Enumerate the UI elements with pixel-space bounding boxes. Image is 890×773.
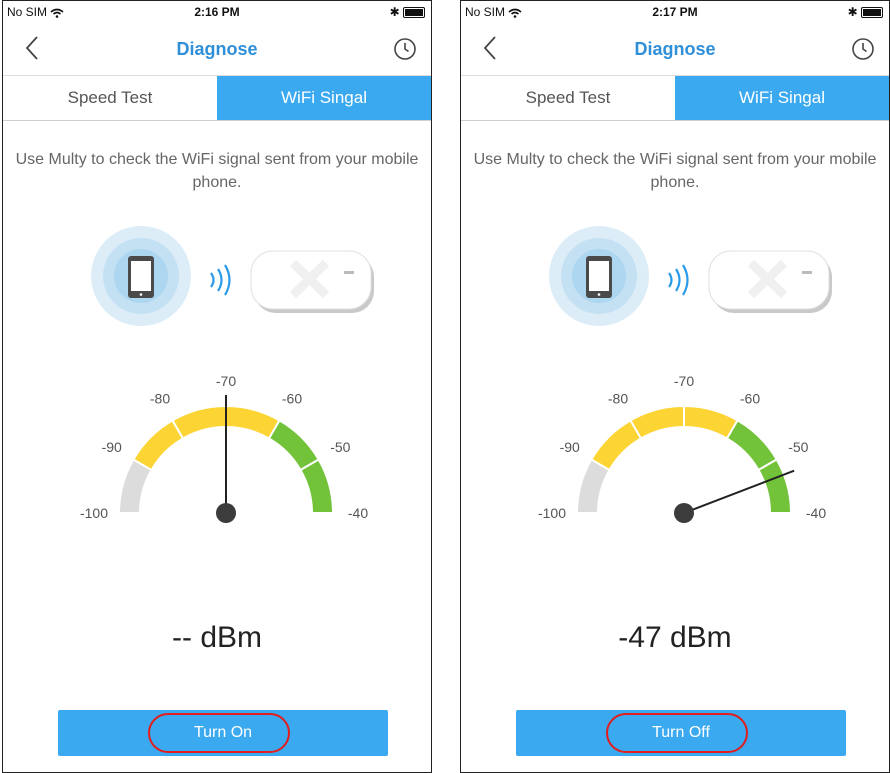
status-bar: No SIM 2:16 PM ✱ bbox=[3, 1, 431, 23]
signal-reading: -- dBm bbox=[172, 621, 262, 654]
mobile-phone-icon bbox=[128, 256, 154, 298]
clock-time: 2:16 PM bbox=[194, 5, 240, 19]
gauge-tick-label: -90 bbox=[560, 439, 580, 455]
gauge-tick-label: -90 bbox=[102, 439, 122, 455]
history-button[interactable] bbox=[393, 37, 417, 66]
tab-wifi-signal[interactable]: WiFi Singal bbox=[217, 76, 431, 120]
router-image bbox=[250, 250, 374, 313]
bluetooth-icon: ✱ bbox=[847, 5, 858, 19]
gauge-segment bbox=[299, 458, 335, 514]
gauge-tick-label: -40 bbox=[806, 505, 826, 521]
gauge-tick-label: -50 bbox=[330, 439, 350, 455]
nav-bar: Diagnose bbox=[461, 23, 889, 76]
gauge-segment bbox=[629, 404, 685, 440]
screen-after: No SIM 2:17 PM ✱ Diagnose Speed Test WiF… bbox=[460, 0, 890, 773]
signal-gauge: -100 -90 -80 -70 -60 -50 -40 bbox=[538, 373, 826, 523]
gauge-segment bbox=[267, 418, 321, 472]
page-title: Diagnose bbox=[176, 39, 258, 59]
gauge-tick-label: -50 bbox=[788, 439, 808, 455]
signal-gauge: -100 -90 -80 -70 -60 -50 -40 bbox=[80, 373, 368, 523]
gauge-segment bbox=[131, 418, 185, 472]
status-bar: No SIM 2:17 PM ✱ bbox=[461, 1, 889, 23]
mobile-phone-icon bbox=[586, 256, 612, 298]
battery-icon bbox=[403, 7, 425, 19]
gauge-tick-label: -60 bbox=[282, 391, 302, 407]
gauge-tick-label: -100 bbox=[538, 505, 566, 521]
phone-pulse-graphic bbox=[549, 226, 649, 326]
tab-bar: Speed Test WiFi Singal bbox=[461, 76, 889, 121]
gauge-segment bbox=[725, 418, 779, 472]
gauge-tick-label: -80 bbox=[608, 391, 628, 407]
tab-speed-test[interactable]: Speed Test bbox=[3, 76, 217, 120]
gauge-hub bbox=[674, 503, 694, 523]
battery-icon bbox=[861, 7, 883, 19]
gauge-tick-label: -100 bbox=[80, 505, 108, 521]
gauge-hub bbox=[216, 503, 236, 523]
nav-bar: Diagnose bbox=[3, 23, 431, 76]
tab-wifi-signal[interactable]: WiFi Singal bbox=[675, 76, 889, 120]
tab-bar: Speed Test WiFi Singal bbox=[3, 76, 431, 121]
clock-icon bbox=[852, 38, 874, 60]
gauge-segment bbox=[589, 418, 643, 472]
router-image bbox=[708, 250, 832, 313]
highlight-annotation bbox=[606, 713, 748, 753]
highlight-annotation bbox=[148, 713, 290, 753]
page-title: Diagnose bbox=[634, 39, 716, 59]
screen-before: No SIM 2:16 PM ✱ Diagnose Speed Test WiF… bbox=[2, 0, 432, 773]
gauge-segment bbox=[757, 458, 793, 514]
history-button[interactable] bbox=[851, 37, 875, 66]
description-text: Use Multy to check the WiFi signal sent … bbox=[473, 151, 877, 191]
clock-icon bbox=[394, 38, 416, 60]
gauge-tick-label: -40 bbox=[348, 505, 368, 521]
gauge-tick-label: -80 bbox=[150, 391, 170, 407]
gauge-tick-label: -70 bbox=[216, 373, 236, 389]
gauge-tick-label: -60 bbox=[740, 391, 760, 407]
wifi-waves-icon bbox=[668, 264, 689, 296]
wifi-waves-icon bbox=[210, 264, 231, 296]
description-text: Use Multy to check the WiFi signal sent … bbox=[15, 151, 419, 191]
clock-time: 2:17 PM bbox=[652, 5, 698, 19]
tab-speed-test[interactable]: Speed Test bbox=[461, 76, 675, 120]
gauge-tick-label: -70 bbox=[674, 373, 694, 389]
phone-pulse-graphic bbox=[91, 226, 191, 326]
gauge-segment bbox=[171, 404, 227, 440]
bluetooth-icon: ✱ bbox=[389, 5, 400, 19]
signal-reading: -47 dBm bbox=[618, 621, 732, 654]
